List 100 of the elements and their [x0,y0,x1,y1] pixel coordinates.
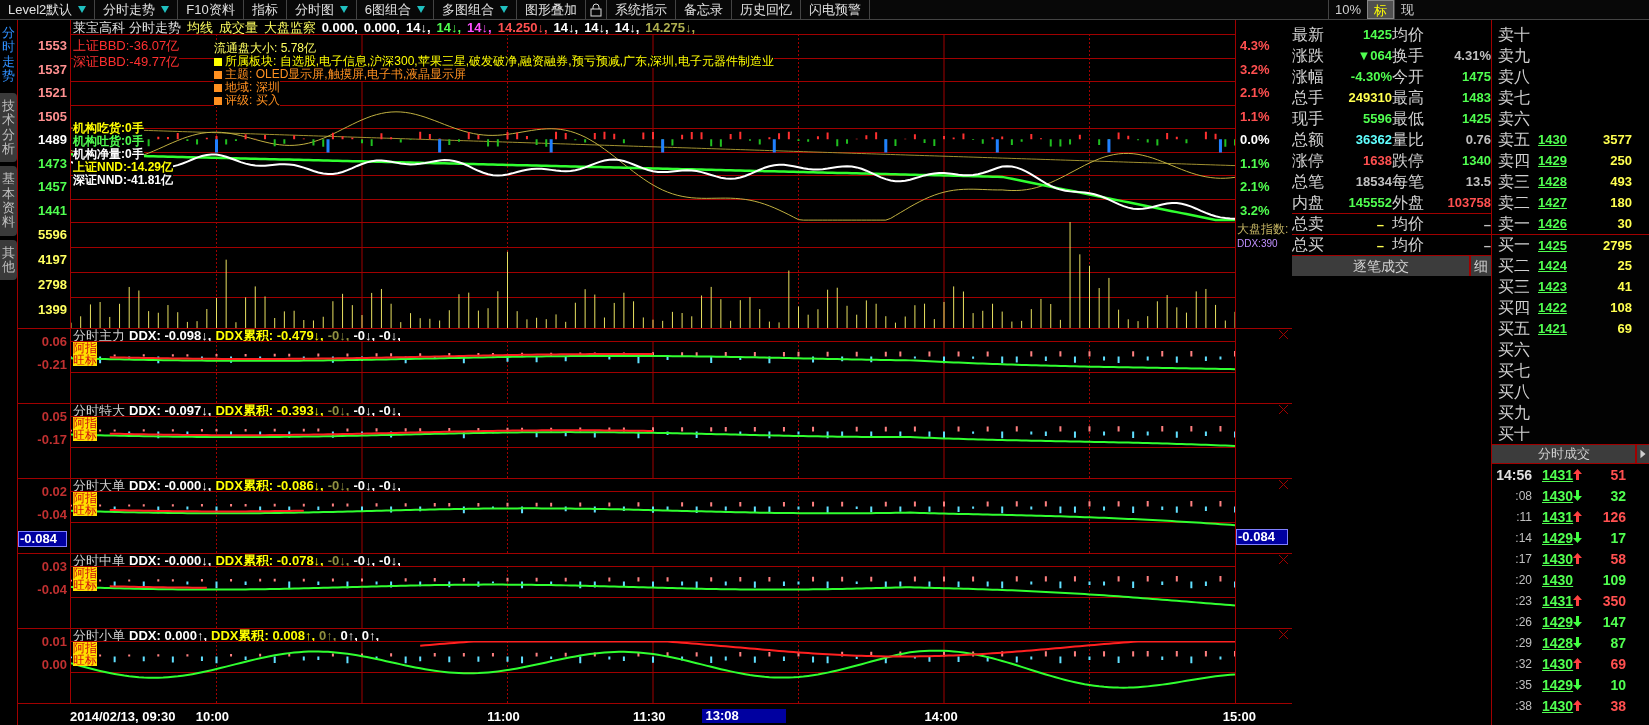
order-price: 1422 [1538,301,1568,314]
view-toggle-button[interactable]: 现 [1394,0,1420,19]
trade-volume: 147 [1601,614,1627,629]
quote-value: 4.31% [1453,49,1491,62]
quote-label: 每笔 [1392,173,1425,190]
order-price: 1421 [1538,322,1568,335]
chart-overlay-link[interactable]: 成交量 [218,20,258,34]
market-bbd-text: 深证BBD:-49.77亿 [73,54,180,70]
close-icon[interactable] [1279,555,1288,564]
indicator-title: 分时特大 [73,403,125,417]
order-level-label: 卖五 [1497,131,1531,148]
order-volume: 250 [1609,154,1632,167]
trade-volume: 10 [1609,677,1627,692]
quote-value: 1638 [1362,154,1392,167]
time-axis-label: 15:00 [1222,709,1256,723]
arrow-down-icon [1573,616,1583,627]
trade-time: :14 [1514,531,1532,544]
side-tab[interactable]: 其他 [0,239,17,281]
arrow-down-icon [1573,637,1583,648]
trade-price: 1429 [1542,677,1574,692]
side-tab[interactable]: 技术分析 [0,93,17,163]
toolbar-menu-button[interactable]: Level2默认 [0,0,96,19]
order-price: 1424 [1538,259,1568,272]
toolbar-menu-button[interactable]: 系统指示 [606,0,676,19]
toolbar-menu-button[interactable]: 闪电预警 [800,0,870,19]
toolbar-menu-button[interactable]: 指标 [243,0,287,19]
toolbar-menu-button[interactable]: 多图组合 [433,0,517,19]
quote-value: – [1482,217,1491,231]
detail-button[interactable]: 细 [1469,256,1491,276]
order-volume: 180 [1609,196,1632,209]
trade-time: :17 [1514,552,1532,565]
order-volume: 30 [1616,217,1632,230]
indicator-readout: -0↓, [379,478,401,492]
trade-time: :26 [1514,615,1532,628]
order-price: 1425 [1538,238,1568,252]
indicator-readout: -0↓, [353,403,376,417]
cursor-time-label: 13:08 [701,709,786,723]
indicator-logo-badge: 阿指旺标 [73,492,97,516]
price-axis-label: 1537 [38,62,67,76]
chart-readout: 14↓, [436,20,462,34]
order-level-label: 卖九 [1497,47,1531,64]
quote-label: 内盘 [1292,194,1325,211]
fund-flow-text: 机构吐货:0手 [73,135,144,148]
arrow-up-icon [1573,700,1583,711]
side-tab[interactable]: 基本资料 [0,166,17,236]
trade-volume: 69 [1609,656,1627,671]
trade-volume: 38 [1609,698,1627,713]
indicator-axis-label: 0.02 [41,485,67,498]
quote-label: 总笔 [1292,173,1325,190]
quote-label: 总额 [1292,131,1325,148]
view-toggle-button[interactable]: 标 [1367,0,1394,19]
indicator-readout: DDX累积: -0.086↓, [215,478,324,492]
quote-value: 18534 [1354,175,1392,188]
indicator-readout: -0↓, [327,478,350,492]
trade-volume: 350 [1601,593,1627,608]
toolbar-menu-button[interactable]: 分时图 [286,0,357,19]
dropdown-icon [78,6,87,13]
toolbar-menu-button[interactable]: F10资料 [178,0,244,19]
trade-time: 14:56 [1495,467,1532,482]
time-axis-label: 11:00 [487,709,520,724]
arrow-up-icon [1573,658,1583,669]
order-level-label: 卖三 [1497,173,1531,190]
trade-price: 1430 [1542,698,1574,713]
indicator-readout: -0↓, [327,328,350,342]
toolbar-menu-button[interactable]: 分时走势 [95,0,179,19]
chart-overlay-link[interactable]: 大盘监察 [263,20,316,34]
quote-label: 换手 [1392,47,1425,64]
arrow-up-icon [1573,553,1583,564]
order-level-label: 买四 [1497,299,1531,316]
close-icon[interactable] [1279,330,1288,339]
chart-overlay-link[interactable]: 均线 [186,20,213,34]
trade-time: :08 [1514,489,1532,502]
quote-value: 1475 [1461,70,1491,83]
order-level-label: 买八 [1497,383,1531,400]
trade-time: :38 [1514,699,1532,712]
stock-note-text: 所属板块: 自选股,电子信息,沪深300,苹果三星,破发破净,融资融券,预亏预减,广东,深圳,电子元器件制造业 [225,55,774,68]
quote-value: – [1375,238,1384,252]
order-price: 1427 [1538,196,1568,209]
toolbar-menu-button[interactable]: 历史回忆 [731,0,801,19]
arrow-down-icon [1573,532,1583,543]
fund-flow-text: 机构净量:0手 [73,148,144,161]
close-icon[interactable] [1279,480,1288,489]
price-axis-label: 1505 [38,109,67,123]
volume-axis-label: 1399 [38,303,67,316]
toolbar-menu-button[interactable]: 6图组合 [356,0,434,19]
close-icon[interactable] [1279,630,1288,639]
toolbar-menu-button[interactable]: 备忘录 [675,0,732,19]
tick-trades-tab[interactable]: 逐笔成交 [1292,256,1469,276]
indicator-readout: DDX: -0.000↓, [129,478,212,492]
time-axis-label: 11:30 [633,709,666,723]
order-level-label: 卖一 [1497,215,1531,232]
percent-axis-label: 2.1% [1240,180,1270,194]
indicator-logo-badge: 阿指旺标 [73,342,97,366]
trade-price: 1429 [1542,614,1574,629]
trade-time: :29 [1514,636,1532,649]
trade-volume: 51 [1609,467,1627,482]
dropdown-icon [339,6,348,13]
toolbar-menu-button[interactable]: 图形叠加 [516,0,586,19]
close-icon[interactable] [1279,405,1288,414]
quote-value: 145552 [1347,196,1392,209]
